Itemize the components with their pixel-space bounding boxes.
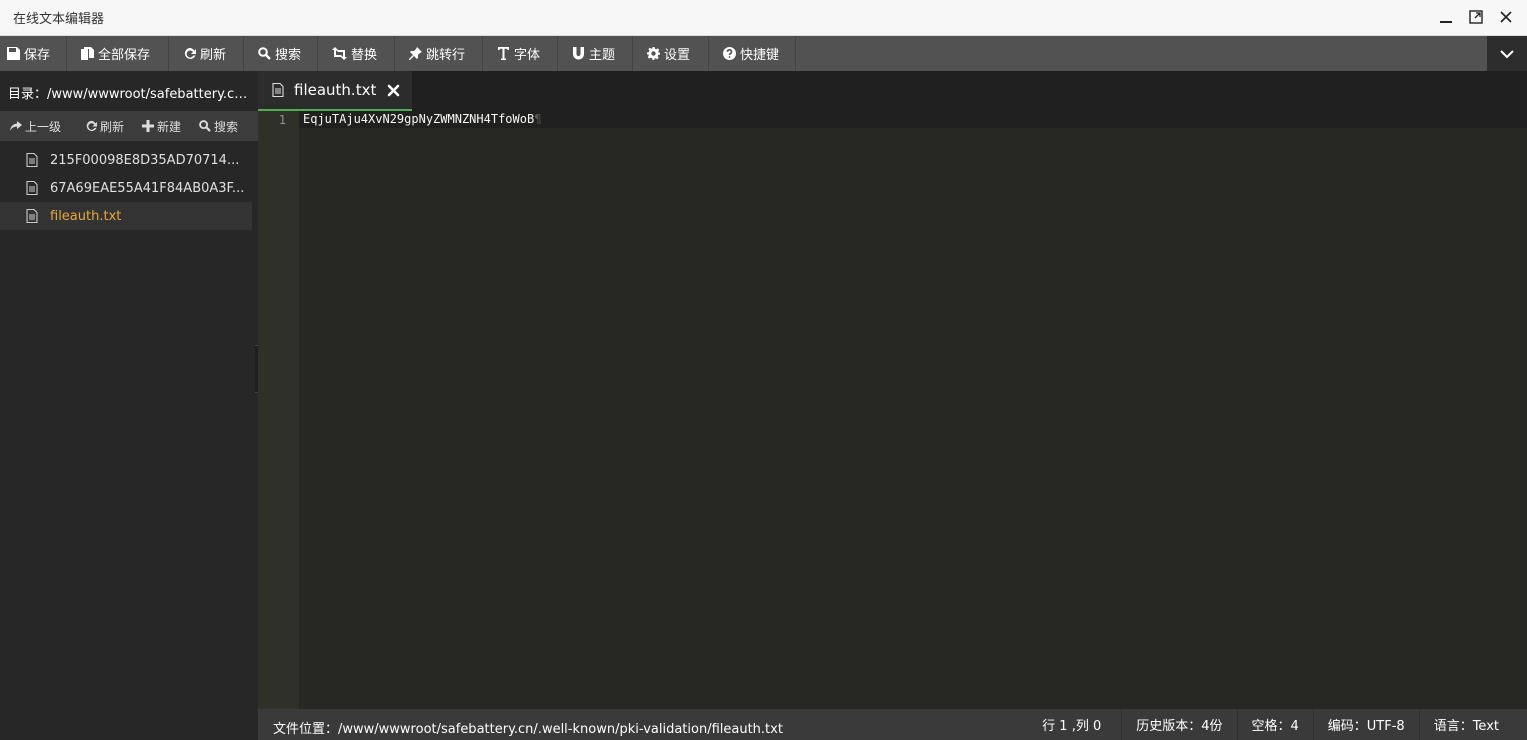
- window-title: 在线文本编辑器: [13, 12, 105, 27]
- refresh-button[interactable]: 刷新: [169, 36, 244, 71]
- refresh-label: 刷新: [200, 48, 227, 63]
- close-tab-icon[interactable]: [387, 84, 400, 97]
- file-name: 67A69EAE55A41F84AB0A3F...: [50, 180, 245, 196]
- copy-files-icon: [81, 47, 94, 60]
- sidebar-toolbar: 上一级 刷新 新建 搜索: [0, 111, 258, 141]
- file-text-icon: [26, 181, 38, 195]
- up-level-button[interactable]: 上一级: [0, 118, 61, 135]
- floppy-disk-icon: [7, 47, 20, 60]
- status-bar: 文件位置：/www/wwwroot/safebattery.cn/.well-k…: [258, 709, 1527, 740]
- shortcuts-label: 快捷键: [740, 48, 780, 63]
- plus-icon: [142, 120, 155, 132]
- code-editor[interactable]: 1 EqjuTAju4XvN29gpNyZWMNZNH4TfoWoB¶: [258, 111, 1527, 709]
- toolbar-expand-button[interactable]: [1487, 36, 1527, 71]
- tab-label: fileauth.txt: [294, 81, 377, 99]
- share-arrow-icon: [10, 121, 22, 131]
- sidebar-refresh-label: 刷新: [100, 119, 125, 134]
- file-list: 215F00098E8D35AD70714... 67A69EAE55A41F8…: [0, 146, 252, 230]
- shortcuts-button[interactable]: 快捷键: [709, 36, 796, 71]
- language-mode[interactable]: 语言：Text: [1418, 709, 1527, 740]
- text-height-icon: [498, 47, 509, 60]
- end-of-line-marker: ¶: [534, 112, 542, 126]
- settings-label: 设置: [664, 48, 691, 63]
- replace-button[interactable]: 替换: [318, 36, 395, 71]
- save-all-label: 全部保存: [98, 48, 151, 63]
- line-gutter: 1: [258, 111, 299, 709]
- file-text-icon: [272, 83, 284, 97]
- minimize-icon: [1440, 21, 1452, 23]
- sidebar-search-button[interactable]: 搜索: [181, 118, 238, 135]
- gear-icon: [647, 47, 660, 60]
- file-name: 215F00098E8D35AD70714...: [50, 152, 240, 168]
- file-location: 文件位置：/www/wwwroot/safebattery.cn/.well-k…: [273, 722, 783, 737]
- close-icon: [1500, 11, 1512, 23]
- refresh-icon: [184, 47, 196, 59]
- save-label: 保存: [24, 48, 51, 63]
- main-toolbar: 保存 全部保存 刷新 搜索 替换 跳转行 字体 主题 设置 快捷键: [0, 36, 1527, 71]
- file-list-item[interactable]: 67A69EAE55A41F84AB0A3F...: [0, 174, 252, 202]
- file-list-item[interactable]: 215F00098E8D35AD70714...: [0, 146, 252, 174]
- cursor-position[interactable]: 行 1 ,列 0: [1028, 709, 1121, 740]
- minimize-button[interactable]: [1437, 8, 1455, 26]
- up-level-label: 上一级: [25, 119, 62, 134]
- close-window-button[interactable]: [1497, 8, 1515, 26]
- sidebar-search-label: 搜索: [214, 119, 239, 134]
- sidebar-refresh-button[interactable]: 刷新: [61, 118, 124, 135]
- editor-tab-bar: fileauth.txt: [258, 71, 1527, 111]
- maximize-button[interactable]: [1467, 8, 1485, 26]
- file-text-icon: [26, 209, 38, 223]
- title-bar: 在线文本编辑器: [0, 0, 1527, 36]
- new-file-button[interactable]: 新建: [124, 118, 181, 135]
- question-circle-icon: [723, 47, 736, 60]
- replace-label: 替换: [351, 48, 378, 63]
- indent-setting[interactable]: 空格：4: [1236, 709, 1313, 740]
- retweet-icon: [332, 47, 347, 60]
- file-list-item-active[interactable]: fileauth.txt: [0, 202, 252, 230]
- line-number: 1: [278, 113, 286, 127]
- history-versions[interactable]: 历史版本：4份: [1121, 709, 1236, 740]
- font-button[interactable]: 字体: [483, 36, 558, 71]
- pin-icon: [409, 47, 422, 60]
- theme-button[interactable]: 主题: [558, 36, 633, 71]
- search-label: 搜索: [275, 48, 302, 63]
- status-items: 行 1 ,列 0 历史版本：4份 空格：4 编码：UTF-8 语言：Text: [1028, 709, 1527, 740]
- goto-line-button[interactable]: 跳转行: [395, 36, 483, 71]
- settings-button[interactable]: 设置: [633, 36, 709, 71]
- file-sidebar: 目录：/www/wwwroot/safebattery.cn/.... 上一级 …: [0, 71, 258, 740]
- file-name: fileauth.txt: [50, 208, 122, 224]
- save-button[interactable]: 保存: [0, 36, 67, 71]
- maximize-icon: [1469, 10, 1483, 24]
- tab-fileauth[interactable]: fileauth.txt: [258, 71, 412, 111]
- code-text: EqjuTAju4XvN29gpNyZWMNZNH4TfoWoB: [303, 112, 535, 126]
- window-controls: [1437, 8, 1515, 26]
- chevron-down-icon: [1500, 49, 1514, 58]
- search-button[interactable]: 搜索: [244, 36, 318, 71]
- file-text-icon: [26, 153, 38, 167]
- encoding-setting[interactable]: 编码：UTF-8: [1312, 709, 1419, 740]
- search-icon: [258, 47, 271, 60]
- font-label: 字体: [514, 48, 541, 63]
- refresh-icon: [86, 120, 98, 132]
- magnet-icon: [573, 47, 584, 60]
- theme-label: 主题: [589, 48, 616, 63]
- directory-path: 目录：/www/wwwroot/safebattery.cn/....: [8, 87, 248, 102]
- new-file-label: 新建: [157, 119, 182, 134]
- goto-line-label: 跳转行: [426, 48, 466, 63]
- search-icon: [199, 120, 211, 132]
- code-line[interactable]: EqjuTAju4XvN29gpNyZWMNZNH4TfoWoB¶: [303, 112, 541, 126]
- save-all-button[interactable]: 全部保存: [67, 36, 169, 71]
